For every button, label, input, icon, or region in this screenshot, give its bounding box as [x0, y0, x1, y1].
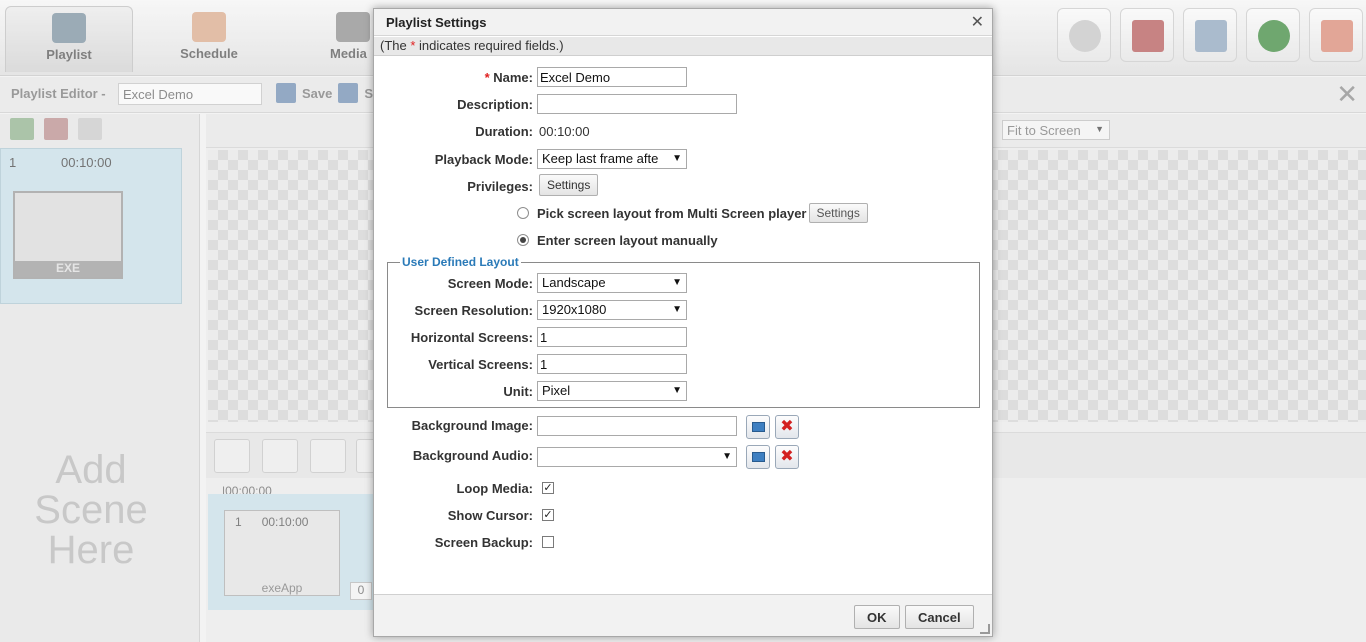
- background-image-input[interactable]: [537, 416, 737, 436]
- show-cursor-label: Show Cursor:: [447, 508, 533, 523]
- horizontal-screens-row: Horizontal Screens:: [374, 327, 992, 349]
- chevron-down-icon: ▼: [722, 451, 732, 462]
- resolution-value: 1920x1080: [542, 302, 607, 317]
- vertical-screens-input[interactable]: [537, 354, 687, 374]
- background-audio-label: Background Audio:: [412, 448, 533, 463]
- screen-mode-value: Landscape: [542, 275, 606, 290]
- browse-image-button[interactable]: [746, 415, 770, 439]
- vertical-screens-label: Vertical Screens:: [428, 357, 533, 372]
- multi-screen-settings-button[interactable]: Settings: [808, 203, 868, 223]
- horizontal-screens-input[interactable]: [537, 327, 687, 347]
- loop-media-row: Loop Media: ✓: [374, 478, 992, 500]
- user-defined-layout-legend: User Defined Layout: [400, 255, 521, 269]
- screen-mode-select[interactable]: Landscape ▼: [537, 273, 687, 293]
- pick-layout-option[interactable]: Pick screen layout from Multi Screen pla…: [517, 203, 868, 223]
- pick-layout-label: Pick screen layout from Multi Screen pla…: [537, 205, 807, 221]
- background-audio-select[interactable]: ▼: [537, 447, 737, 467]
- ok-button[interactable]: OK: [854, 605, 900, 629]
- unit-label: Unit:: [503, 384, 533, 399]
- dialog-titlebar: Playlist Settings ✕: [374, 9, 992, 36]
- delete-x-icon: ✖: [780, 418, 794, 435]
- delete-x-icon: ✖: [780, 448, 794, 465]
- resolution-label: Screen Resolution:: [414, 303, 533, 318]
- dialog-title: Playlist Settings: [386, 15, 487, 30]
- show-cursor-checkbox[interactable]: ✓: [542, 509, 554, 521]
- clear-audio-button[interactable]: ✖: [775, 445, 799, 469]
- description-label: Description:: [457, 97, 533, 112]
- unit-row: Unit: Pixel ▼: [374, 381, 992, 403]
- screen-mode-label: Screen Mode:: [447, 276, 533, 291]
- horizontal-screens-label: Horizontal Screens:: [410, 330, 533, 345]
- clear-image-button[interactable]: ✖: [775, 415, 799, 439]
- playback-mode-value: Keep last frame afte: [542, 151, 659, 166]
- name-input[interactable]: [537, 67, 687, 87]
- privileges-settings-button[interactable]: Settings: [539, 174, 599, 196]
- pick-layout-radio[interactable]: [517, 207, 529, 219]
- description-input[interactable]: [537, 94, 737, 114]
- duration-row: Duration: 00:10:00: [374, 121, 992, 143]
- background-audio-row: Background Audio: ▼ ✖: [374, 445, 992, 469]
- manual-layout-label: Enter screen layout manually: [537, 232, 718, 248]
- background-image-row: Background Image: ✖: [374, 415, 992, 439]
- name-required-star: *: [484, 70, 490, 85]
- name-label-text: Name:: [493, 70, 533, 85]
- folder-browse-icon: [752, 452, 765, 462]
- playlist-settings-dialog: Playlist Settings ✕ (The * indicates req…: [373, 8, 993, 637]
- chevron-down-icon: ▼: [672, 277, 682, 288]
- chevron-down-icon: ▼: [672, 153, 682, 164]
- screen-backup-label: Screen Backup:: [434, 535, 533, 550]
- description-row: Description:: [374, 94, 992, 116]
- show-cursor-row: Show Cursor: ✓: [374, 505, 992, 527]
- duration-value: 00:10:00: [539, 124, 590, 139]
- loop-media-label: Loop Media:: [456, 481, 533, 496]
- required-note-after: indicates required fields.): [415, 38, 564, 53]
- playback-mode-select[interactable]: Keep last frame afte ▼: [537, 149, 687, 169]
- chevron-down-icon: ▼: [672, 385, 682, 396]
- cancel-button[interactable]: Cancel: [905, 605, 974, 629]
- playback-row: Playback Mode: Keep last frame afte ▼: [374, 149, 992, 171]
- required-note-before: (The: [380, 38, 411, 53]
- manual-layout-radio[interactable]: [517, 234, 529, 246]
- required-note: (The * indicates required fields.): [374, 37, 992, 56]
- resolution-row: Screen Resolution: 1920x1080 ▼: [374, 300, 992, 322]
- manual-layout-option[interactable]: Enter screen layout manually: [517, 230, 718, 250]
- dialog-footer: OK Cancel: [374, 594, 992, 636]
- chevron-down-icon: ▼: [672, 304, 682, 315]
- unit-value: Pixel: [542, 383, 571, 398]
- background-image-label: Background Image:: [411, 418, 533, 433]
- vertical-screens-row: Vertical Screens:: [374, 354, 992, 376]
- resize-grip-icon[interactable]: [980, 624, 990, 634]
- loop-media-checkbox[interactable]: ✓: [542, 482, 554, 494]
- resolution-select[interactable]: 1920x1080 ▼: [537, 300, 687, 320]
- unit-select[interactable]: Pixel ▼: [537, 381, 687, 401]
- duration-label: Duration:: [475, 124, 533, 139]
- privileges-label: Privileges:: [467, 179, 533, 194]
- screen-backup-checkbox[interactable]: [542, 536, 554, 548]
- name-label: * Name:: [485, 70, 533, 85]
- name-row: * Name:: [374, 67, 992, 89]
- screen-mode-row: Screen Mode: Landscape ▼: [374, 273, 992, 295]
- playback-label: Playback Mode:: [434, 152, 533, 167]
- folder-browse-icon: [752, 422, 765, 432]
- screen-backup-row: Screen Backup:: [374, 532, 992, 554]
- browse-audio-button[interactable]: [746, 445, 770, 469]
- privileges-row: Privileges: Settings: [374, 174, 992, 196]
- close-icon[interactable]: ✕: [971, 12, 984, 32]
